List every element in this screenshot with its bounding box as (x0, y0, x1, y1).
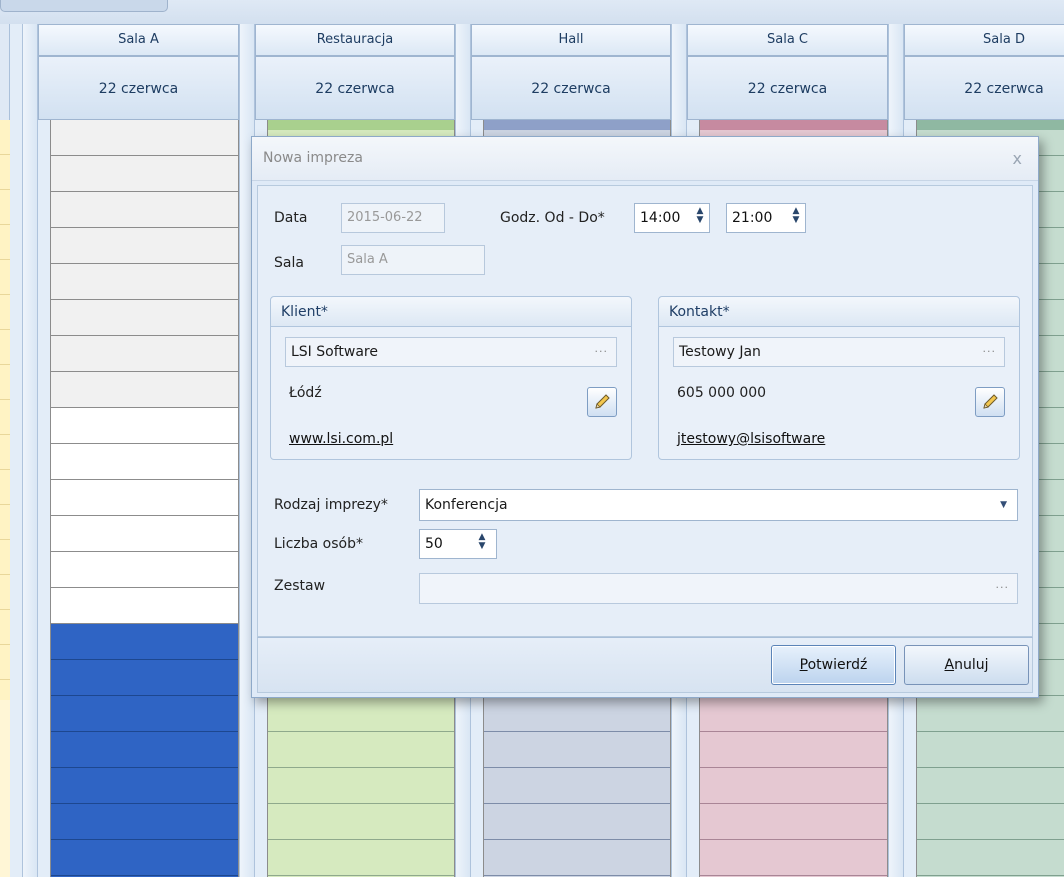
contact-name: Testowy Jan (679, 344, 761, 360)
contact-phone: 605 000 000 (677, 385, 767, 401)
new-event-dialog: Nowa impreza x Data 2015-06-22 Godz. Od … (251, 136, 1039, 698)
contact-group: Kontakt* Testowy Jan ··· 605 000 000 jte… (658, 296, 1020, 460)
room-label: Sala (274, 255, 304, 271)
room-header[interactable]: Hall (471, 24, 671, 56)
contact-picker[interactable]: Testowy Jan ··· (673, 337, 1005, 367)
date-field[interactable]: 2015-06-22 (341, 203, 445, 233)
left-column-slots-lower (0, 700, 10, 877)
room-header[interactable]: Sala D (904, 24, 1064, 56)
room-color-bar (700, 120, 887, 130)
cancel-label: nuluj (954, 657, 989, 673)
scheduler-column-sala-a: Sala A 22 czerwca (38, 24, 239, 877)
people-count-field[interactable]: 50 ▲ ▼ (419, 529, 497, 559)
room-header[interactable]: Restauracja (255, 24, 455, 56)
edit-client-button[interactable] (587, 387, 617, 417)
pencil-icon (983, 394, 998, 409)
contact-group-header: Kontakt* (659, 297, 1019, 327)
room-color-bar (268, 120, 454, 130)
people-count-label: Liczba osób* (274, 536, 363, 552)
close-icon[interactable]: x (1013, 149, 1022, 168)
cancel-accelerator: A (944, 657, 955, 673)
confirm-button[interactable]: Potwierdź (771, 645, 896, 685)
date-label: Data (274, 210, 308, 226)
dropdown-arrow-icon[interactable]: ▼ (1000, 490, 1007, 520)
room-header[interactable]: Sala A (38, 24, 239, 56)
edit-contact-button[interactable] (975, 387, 1005, 417)
room-header[interactable]: Sala C (687, 24, 888, 56)
time-to-field[interactable]: 21:00 ▲ ▼ (726, 203, 806, 233)
time-slots[interactable] (50, 120, 239, 877)
toolbar-tab[interactable] (0, 0, 168, 12)
time-label: Godz. Od - Do* (500, 210, 605, 226)
left-column-slots (0, 120, 10, 700)
pencil-icon (595, 394, 610, 409)
time-from-value: 14:00 (640, 210, 681, 226)
confirm-label: otwierdź (807, 657, 868, 673)
room-field[interactable]: Sala A (341, 245, 485, 275)
dialog-title: Nowa impreza (263, 150, 363, 166)
spin-down-icon[interactable]: ▼ (694, 216, 706, 225)
people-count-spinner[interactable]: ▲ ▼ (476, 533, 488, 555)
confirm-accelerator: P (799, 657, 808, 673)
date-header[interactable]: 22 czerwca (38, 56, 239, 120)
client-website-link[interactable]: www.lsi.com.pl (289, 431, 393, 447)
client-city: Łódź (289, 385, 322, 401)
people-count-value: 50 (425, 536, 443, 552)
top-toolbar (0, 0, 1064, 24)
ellipsis-icon[interactable]: ··· (983, 338, 997, 366)
date-header[interactable]: 22 czerwca (255, 56, 455, 120)
time-from-field[interactable]: 14:00 ▲ ▼ (634, 203, 710, 233)
spin-down-icon[interactable]: ▼ (476, 542, 488, 551)
column-gap (22, 24, 38, 877)
client-name: LSI Software (291, 344, 378, 360)
set-label: Zestaw (274, 578, 326, 594)
client-group: Klient* LSI Software ··· Łódź www.lsi.co… (270, 296, 632, 460)
contact-email-link[interactable]: jtestowy@lsisoftware (677, 431, 825, 447)
room-color-bar (484, 120, 670, 130)
event-type-select[interactable]: Konferencja ▼ (419, 489, 1018, 521)
ellipsis-icon[interactable]: ··· (996, 574, 1010, 602)
dialog-body: Data 2015-06-22 Godz. Od - Do* 14:00 ▲ ▼ … (257, 185, 1033, 637)
client-picker[interactable]: LSI Software ··· (285, 337, 617, 367)
dialog-footer: Potwierdź Anuluj (257, 637, 1033, 693)
event-type-value: Konferencja (425, 497, 508, 513)
room-color-bar (917, 120, 1064, 130)
date-header[interactable]: 22 czerwca (687, 56, 888, 120)
dialog-titlebar[interactable]: Nowa impreza x (252, 137, 1038, 181)
time-to-value: 21:00 (732, 210, 773, 226)
client-group-header: Klient* (271, 297, 631, 327)
date-header[interactable]: 22 czerwca (904, 56, 1064, 120)
set-picker[interactable]: ··· (419, 573, 1018, 604)
date-header[interactable]: 22 czerwca (471, 56, 671, 120)
cancel-button[interactable]: Anuluj (904, 645, 1029, 685)
time-from-spinner[interactable]: ▲ ▼ (694, 207, 706, 229)
event-type-label: Rodzaj imprezy* (274, 497, 388, 513)
spin-down-icon[interactable]: ▼ (790, 216, 802, 225)
ellipsis-icon[interactable]: ··· (595, 338, 609, 366)
time-to-spinner[interactable]: ▲ ▼ (790, 207, 802, 229)
